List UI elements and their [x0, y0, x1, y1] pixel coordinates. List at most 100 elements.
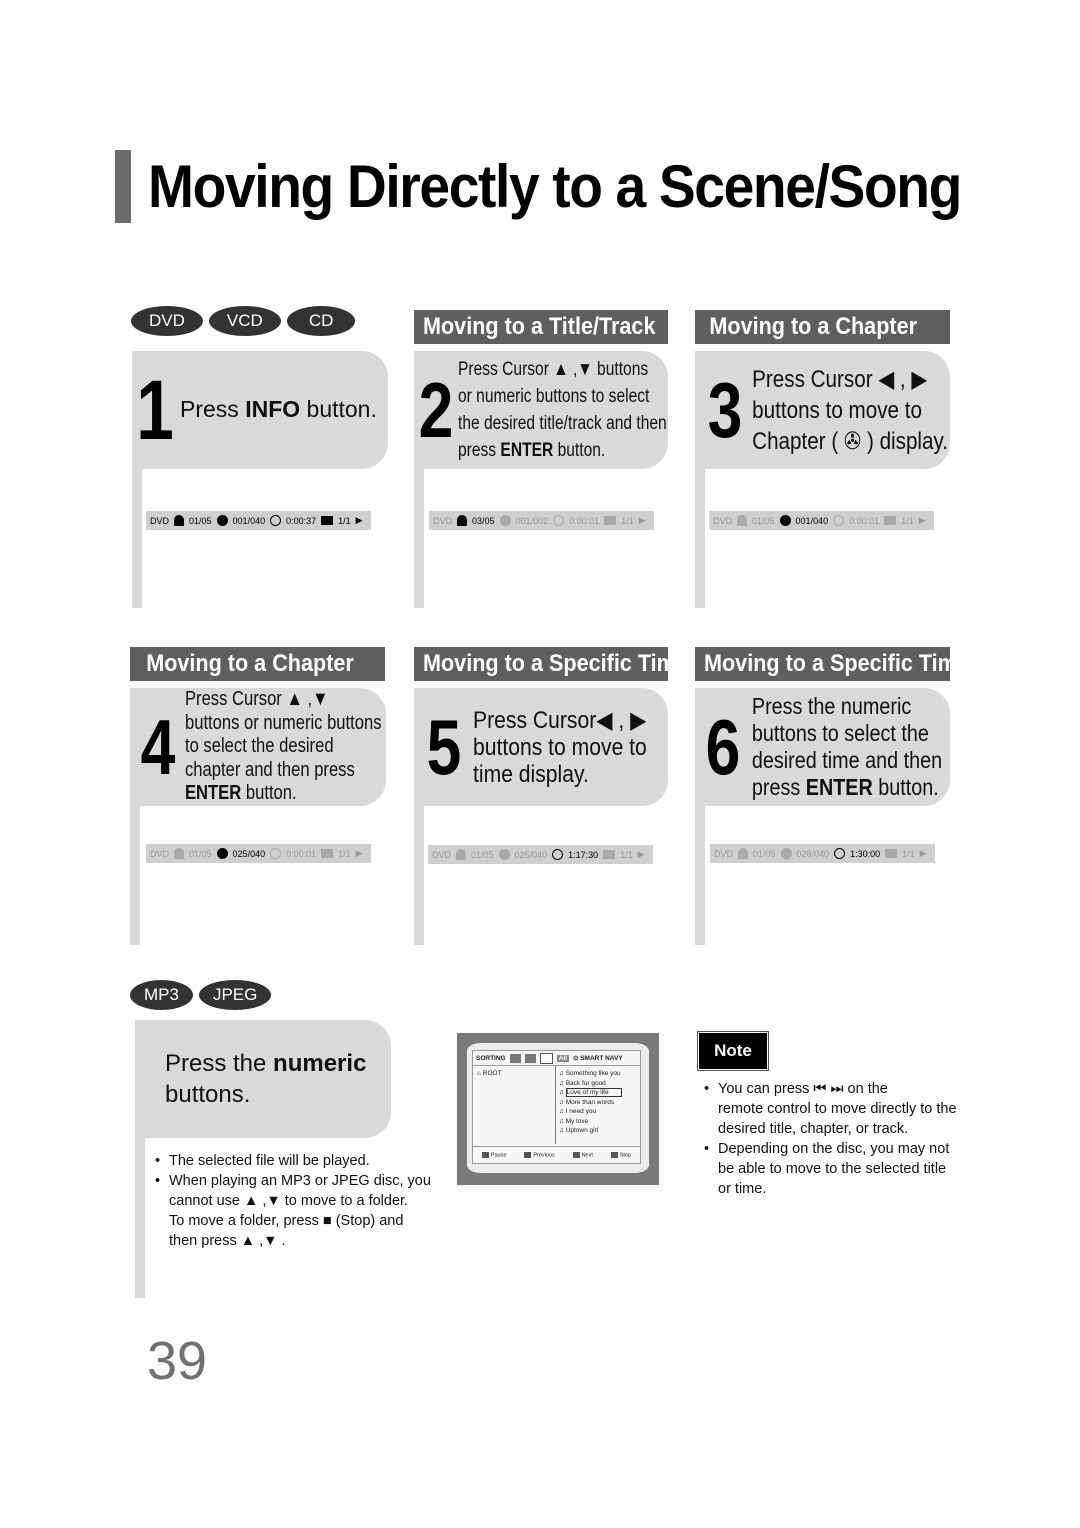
pause-hint: Pause	[482, 1152, 507, 1158]
osd-info-bar-6: DVD 01/05 028/040 1:30:00 1/1 ▶	[710, 844, 935, 863]
chapter-icon	[216, 515, 228, 526]
section-header-specific-time: Moving to a Specific Time	[414, 647, 668, 681]
sorting-label: SORTING	[476, 1054, 506, 1062]
osd-chapter: 001/002	[515, 515, 549, 526]
osd-chapter: 001/040	[232, 515, 266, 526]
photo-filter-icon	[524, 1053, 536, 1063]
angle-icon	[604, 516, 617, 525]
osd-info-bar-1: DVD 01/05 001/040 0:00:37 1/1 ▶	[146, 511, 371, 530]
smart-navy-screen: SORTING All ⊙ SMART NAVY ⌂ ROOT ♫ Someth…	[472, 1050, 641, 1164]
note-bullets: You can press ⏮ ⏭ on the remote control …	[704, 1079, 979, 1199]
mp3-bullet-2-cont-3: then press ▲ ,▼ .	[169, 1233, 286, 1249]
folder-icon: ⌂	[477, 1070, 481, 1077]
page-number: 39	[147, 1331, 208, 1391]
step-3-number: 3	[707, 366, 743, 454]
stop-hint: Stop	[611, 1152, 631, 1158]
osd-angle: 1/1	[620, 849, 633, 860]
osd-info-bar-5: DVD 01/05 025/040 1:17:30 1/1 ▶	[428, 845, 653, 864]
step-3: 3 Press Cursor ◀ , ▶ buttons to move to …	[695, 351, 950, 469]
step-6-number: 6	[705, 703, 741, 791]
play-icon: ▶	[355, 848, 363, 858]
section-header-specific-time-2: Moving to a Specific Time	[695, 647, 950, 681]
root-folder: ROOT	[482, 1070, 502, 1077]
step-6-text: Press the numeric buttons to select the …	[751, 693, 943, 800]
step-5: 5 Press Cursor◀ , ▶ buttons to move to t…	[414, 688, 668, 806]
music-note-icon: ♫	[559, 1127, 566, 1134]
badge-vcd: VCD	[208, 306, 281, 336]
osd-time: 0:00:01	[569, 515, 600, 526]
title-icon	[456, 849, 467, 860]
disc-type-badges: DVD VCD CD	[131, 306, 356, 336]
mp3-screen-illustration: SORTING All ⊙ SMART NAVY ⌂ ROOT ♫ Someth…	[457, 1033, 659, 1185]
play-icon: ▶	[355, 515, 363, 525]
track-item[interactable]: ♫ Uptown girl	[559, 1126, 639, 1136]
mp3-step: Press the numeric buttons.	[135, 1020, 391, 1138]
clock-icon	[270, 515, 282, 526]
music-note-icon: ♫	[559, 1117, 566, 1125]
step-5-text: Press Cursor◀ , ▶ buttons to move to tim…	[473, 706, 647, 788]
osd-info-bar-4: DVD 01/05 025/040 0:00:01 1/1 ▶	[146, 844, 371, 863]
movie-filter-icon	[539, 1052, 553, 1064]
chapter-icon	[499, 515, 511, 526]
badge-cd: CD	[286, 306, 356, 336]
chapter-icon	[216, 848, 228, 859]
track-title: Something like you	[565, 1070, 621, 1077]
osd-title: 01/05	[752, 515, 775, 526]
osd-disc-type: DVD	[150, 515, 170, 526]
osd-disc-type: DVD	[713, 515, 733, 526]
step-3-text: Press Cursor ◀ , ▶ buttons to move to Ch…	[752, 365, 949, 455]
mp3-bullet-2: When playing an MP3 or JPEG disc, you	[155, 1171, 455, 1191]
mp3-bullet-2-cont: cannot use ▲ ,▼ to move to a folder.	[169, 1193, 409, 1209]
track-item[interactable]: ♫ Love of my life	[559, 1088, 639, 1098]
osd-title: 03/05	[472, 515, 495, 526]
smart-navy-label: ⊙ SMART NAVY	[572, 1055, 623, 1062]
osd-title: 01/05	[189, 515, 212, 526]
music-note-icon: ♫	[559, 1079, 566, 1087]
angle-icon	[603, 850, 616, 859]
track-title: My love	[565, 1117, 589, 1125]
osd-title: 01/05	[753, 848, 776, 859]
section-header-chapter-2: Moving to a Chapter	[130, 647, 385, 681]
track-item[interactable]: ♫ Something like you	[559, 1069, 639, 1079]
badge-mp3: MP3	[130, 980, 193, 1010]
screen-header: SORTING All ⊙ SMART NAVY	[473, 1051, 640, 1066]
badge-jpeg: JPEG	[198, 980, 272, 1010]
chapter-icon	[780, 848, 792, 859]
folder-pane: ⌂ ROOT	[473, 1066, 556, 1144]
clock-icon	[270, 848, 282, 859]
osd-info-bar-2: DVD 03/05 001/002 0:00:01 1/1 ▶	[429, 511, 654, 530]
track-title: More than words	[565, 1098, 615, 1106]
osd-title: 01/05	[189, 848, 212, 859]
osd-disc-type: DVD	[150, 848, 170, 859]
title-icon	[737, 515, 748, 526]
angle-icon	[884, 516, 897, 525]
note-bullet-1: You can press ⏮ ⏭ on the	[704, 1079, 979, 1099]
track-item[interactable]: ♫ I need you	[559, 1107, 639, 1117]
track-title: Love of my life	[565, 1088, 622, 1097]
badge-dvd: DVD	[131, 306, 203, 336]
step-2: 2 Press Cursor ▲ ,▼ buttons or numeric b…	[414, 351, 668, 469]
note-bullet-1-cont-2: desired title, chapter, or track.	[718, 1121, 909, 1137]
all-filter: All	[556, 1054, 569, 1062]
section-header-title-track: Moving to a Title/Track	[414, 310, 668, 344]
osd-chapter: 025/040	[514, 849, 548, 860]
osd-disc-type: DVD	[432, 849, 452, 860]
play-icon: ▶	[637, 849, 645, 859]
osd-time: 1:17:30	[568, 849, 599, 860]
track-title: Uptown girl	[565, 1127, 599, 1134]
play-icon: ▶	[638, 515, 646, 525]
clock-icon	[552, 849, 564, 860]
track-item[interactable]: ♫ More than words	[559, 1098, 639, 1108]
osd-disc-type: DVD	[714, 848, 734, 859]
chapter-icon	[779, 515, 791, 526]
note-bullet-1-cont: remote control to move directly to the	[718, 1101, 957, 1117]
chapter-icon	[498, 849, 510, 860]
osd-title: 01/05	[471, 849, 494, 860]
track-item[interactable]: ♫ Back for good	[559, 1079, 639, 1089]
osd-angle: 1/1	[902, 848, 915, 859]
title-icon	[174, 515, 185, 526]
osd-angle: 1/1	[901, 515, 914, 526]
previous-hint: Previous	[524, 1152, 554, 1158]
track-item[interactable]: ♫ My love	[559, 1117, 639, 1127]
angle-icon	[885, 849, 898, 858]
